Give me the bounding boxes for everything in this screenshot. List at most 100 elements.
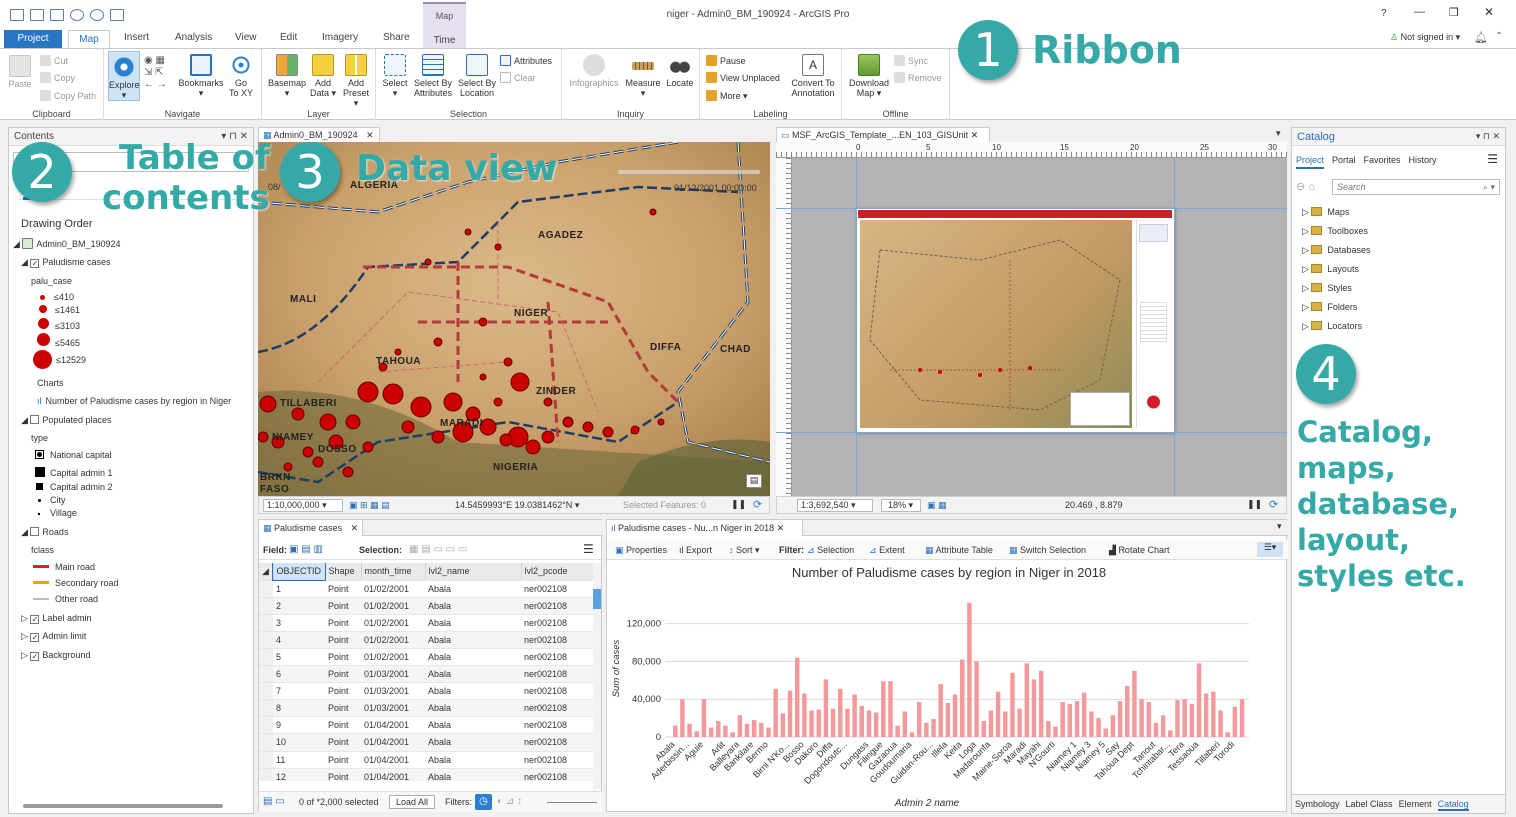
pause-drawing-button[interactable]: ❚❚ [731,499,746,510]
chart-bar[interactable] [1225,732,1230,737]
background-checkbox[interactable]: ✓ [30,652,40,661]
load-all-button[interactable]: Load All [389,795,435,809]
copy-path-button[interactable]: Copy Path [40,90,96,101]
chart-bar[interactable] [1175,700,1180,737]
map-view[interactable]: ALGERIA AGADEZ MALI NIGER DIFFA CHAD TAH… [258,142,770,496]
chart-bar[interactable] [1139,699,1144,737]
chart-bar[interactable] [1074,701,1080,737]
chart-bar[interactable] [960,659,965,737]
chart-bar[interactable] [794,657,800,737]
clear-selection-button[interactable]: Clear [500,72,536,83]
chart-bar[interactable] [1060,702,1065,737]
chart-bar[interactable] [1117,701,1123,737]
chart-bar[interactable] [1218,710,1223,737]
bar-chart[interactable]: Number of Paludisme cases by region in N… [607,562,1288,812]
chart-bar[interactable] [945,702,951,737]
row-selector[interactable] [259,751,273,769]
chart-bar[interactable] [888,681,893,737]
chart-bar[interactable] [744,723,750,737]
chart-bar[interactable] [1132,670,1137,737]
chart-options-button[interactable]: ☰▾ [1257,542,1283,557]
sign-in-status[interactable]: ♙ Not signed in ▾ [1390,32,1460,43]
filter-extent-button[interactable]: ⊿ Extent [869,545,905,556]
column-header-shape[interactable]: Shape [325,563,362,581]
layer-admin-limit[interactable]: ▷ ✓ Admin limit [21,631,86,642]
tab-project[interactable]: Project [4,30,62,48]
view-toggle-icons[interactable]: ▤ ▭ [263,796,285,807]
layout-grid-tools[interactable]: ▣ ▦ [927,500,947,511]
chart-bar[interactable] [1146,702,1151,737]
go-to-xy-button[interactable]: Go To XY [226,54,256,98]
explore-button[interactable]: Explore ▾ [108,51,140,101]
chart-sort-button[interactable]: ↕ Sort ▾ [729,545,760,556]
tab-chart[interactable]: ıl Paludisme cases - Nu...n Niger in 201… [607,520,803,536]
chart-properties-button[interactable]: ▣ Properties [615,545,667,556]
tab-insert[interactable]: Insert [124,32,149,43]
chart-bar[interactable] [809,710,814,737]
tab-layout-view[interactable]: ▭ MSF_ArcGIS_Template_...EN_103_GISUnit … [776,127,990,142]
table-menu-icon[interactable]: ☰ [583,542,594,556]
chart-bar[interactable] [723,725,728,737]
layer-roads[interactable]: ◢ Roads [21,527,68,538]
bookmarks-button[interactable]: Bookmarks ▾ [178,54,224,98]
attribute-table-button[interactable]: ▦ Attribute Table [925,545,993,556]
chart-bar[interactable] [1153,722,1159,737]
catalog-nav-icons[interactable]: ⊖ ⌂ [1296,180,1315,193]
chart-bar[interactable] [967,602,972,737]
locate-button[interactable]: Locate [664,54,696,88]
chart-bar[interactable] [816,709,821,737]
chart-bar[interactable] [852,694,857,737]
sync-button[interactable]: Sync [894,55,928,66]
row-selector[interactable] [259,614,273,632]
chart-bar[interactable] [1089,711,1094,737]
chart-tab-overflow[interactable]: ▾ [1277,521,1282,532]
layout-zoom-input[interactable]: 18% ▾ [881,499,921,512]
chart-bar[interactable] [952,694,958,737]
chart-bar[interactable] [737,715,743,737]
chart-bar[interactable] [1203,693,1209,737]
copy-button[interactable]: Copy [40,72,75,83]
table-row[interactable]: 5 Point 01/02/2001 Abala ner002108 [259,648,593,667]
chart-bar[interactable] [938,684,943,737]
chart-bar[interactable] [988,710,994,737]
catalog-tab-history[interactable]: History [1409,155,1437,165]
download-map-button[interactable]: Download Map ▾ [846,54,892,98]
catalog-item-layouts[interactable]: ▷ Layouts [1302,264,1359,275]
scrollbar-thumb[interactable] [593,589,601,609]
chart-bar[interactable] [680,699,685,737]
chart-bar[interactable] [1067,703,1073,737]
comment-icon[interactable]: ▤ [746,474,762,488]
row-selector[interactable] [259,768,273,781]
row-selector[interactable] [259,597,273,615]
catalog-item-styles[interactable]: ▷ Styles [1302,283,1352,294]
populated-checkbox[interactable] [30,415,40,424]
chart-bar[interactable] [1003,711,1008,737]
chart-bar[interactable] [931,719,936,737]
infographics-button[interactable]: Infographics [566,54,622,88]
table-row[interactable]: 10 Point 01/04/2001 Abala ner002108 [259,733,593,752]
chart-bar[interactable] [1211,691,1216,737]
tab-map-view[interactable]: ▦ Admin0_BM_190924 ✕ [258,127,380,142]
chart-bar[interactable] [1196,663,1202,737]
time-slider-track[interactable] [618,170,760,174]
chart-bar[interactable] [1182,699,1187,737]
close-button[interactable]: ✕ [1484,5,1494,19]
table-row[interactable]: 9 Point 01/04/2001 Abala ner002108 [259,716,593,735]
layout-view[interactable]: 0 5 10 15 20 25 30 [776,142,1287,496]
table-row[interactable]: 3 Point 01/02/2001 Abala ner002108 [259,614,593,632]
table-row[interactable]: 4 Point 01/02/2001 Abala ner002108 [259,631,593,649]
chart-bar[interactable] [830,708,836,737]
layer-label-admin[interactable]: ▷ ✓ Label admin [21,613,91,624]
tab-share[interactable]: Share [383,32,410,43]
tab-imagery[interactable]: Imagery [322,32,358,43]
restore-button[interactable]: ❐ [1449,6,1459,19]
chart-bar[interactable] [916,702,922,737]
convert-to-annotation-button[interactable]: A Convert To Annotation [788,54,838,98]
bottom-tab-element[interactable]: Element [1399,799,1432,809]
chart-bar[interactable] [838,688,843,737]
chart-bar[interactable] [866,710,872,737]
chart-bar[interactable] [924,722,929,737]
catalog-item-folders[interactable]: ▷ Folders [1302,302,1357,313]
chart-bar[interactable] [780,713,786,737]
catalog-item-locators[interactable]: ▷ Locators [1302,321,1362,332]
